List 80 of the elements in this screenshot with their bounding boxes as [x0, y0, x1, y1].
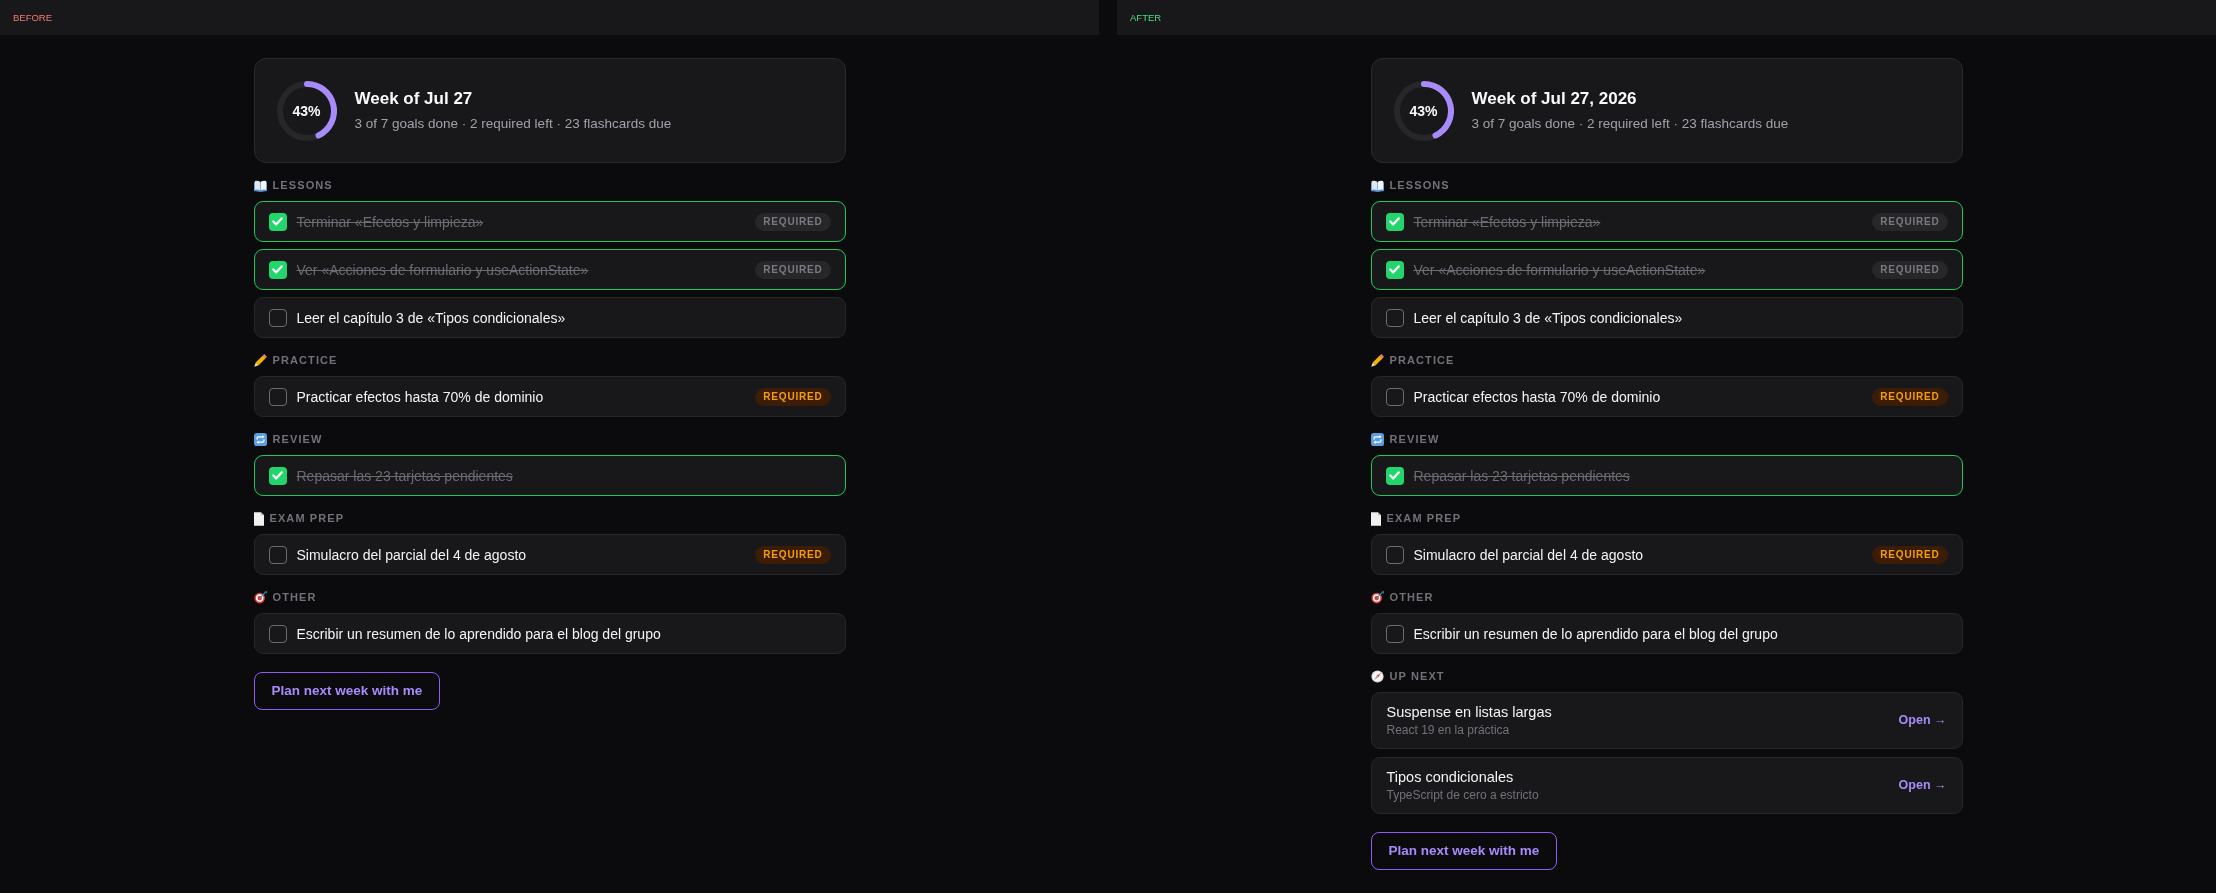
- section-heading: REVIEW: [1389, 433, 1440, 446]
- pencil-icon: [253, 354, 267, 367]
- required-tag: REQUIRED: [755, 545, 831, 564]
- course-name: React 19 en la práctica: [1386, 722, 1511, 738]
- checkbox[interactable]: [268, 545, 287, 564]
- section-heading: EXAM PREP: [269, 512, 345, 525]
- checkbox[interactable]: [1385, 387, 1404, 406]
- compass-icon: [1370, 670, 1384, 683]
- course-name: TypeScript de cero a estricto: [1386, 787, 1539, 803]
- goal-text: Practicar efectos hasta 70% de dominio: [296, 387, 544, 406]
- required-tag: REQUIRED: [1872, 212, 1948, 231]
- required-tag: REQUIRED: [1872, 260, 1948, 279]
- goal-text: Simulacro del parcial del 4 de agosto: [296, 545, 527, 564]
- checkbox[interactable]: [1385, 308, 1404, 327]
- repeat-icon: [253, 433, 267, 446]
- goal-text: Ver «Acciones de formulario y useActionState»: [296, 260, 589, 279]
- check-icon: [1389, 471, 1400, 480]
- week-title: Week of Jul 27, 2026: [1471, 88, 1638, 110]
- goal-text: Repasar las 23 tarjetas pendientes: [296, 466, 513, 485]
- goal-text: Leer el capítulo 3 de «Tipos condicionales»: [296, 308, 566, 327]
- pencil-icon: [1370, 354, 1384, 367]
- section-heading: OTHER: [272, 591, 317, 604]
- section-heading: OTHER: [1389, 591, 1434, 604]
- goal-text: Practicar efectos hasta 70% de dominio: [1413, 387, 1661, 406]
- week-title: Week of Jul 27: [354, 88, 474, 110]
- goal-text: Terminar «Efectos y limpieza»: [1413, 212, 1601, 231]
- checkbox[interactable]: [268, 466, 287, 485]
- check-icon: [272, 265, 283, 274]
- check-icon: [1389, 217, 1400, 226]
- required-tag: REQUIRED: [1872, 387, 1948, 406]
- goal-text: Ver «Acciones de formulario y useActionState»: [1413, 260, 1706, 279]
- section-heading: LESSONS: [272, 179, 333, 192]
- section-heading: REVIEW: [272, 433, 323, 446]
- goal-text: Simulacro del parcial del 4 de agosto: [1413, 545, 1644, 564]
- required-tag: REQUIRED: [755, 260, 831, 279]
- page-icon: [1370, 511, 1381, 526]
- week-stats: 3 of 7 goals done · 2 required left · 23 flashcards due: [1471, 115, 1789, 133]
- progress-percent: 43%: [1409, 102, 1438, 119]
- goal-text: Leer el capítulo 3 de «Tipos condicionales»: [1413, 308, 1683, 327]
- section-heading: PRACTICE: [272, 354, 338, 367]
- section-heading: LESSONS: [1389, 179, 1450, 192]
- checkbox[interactable]: [1385, 624, 1404, 643]
- progress-percent: 43%: [292, 102, 321, 119]
- checkbox[interactable]: [268, 387, 287, 406]
- repeat-icon: [1370, 433, 1384, 446]
- check-icon: [1389, 265, 1400, 274]
- open-book-icon: [1370, 179, 1384, 192]
- goal-text: Repasar las 23 tarjetas pendientes: [1413, 466, 1630, 485]
- pane-label: BEFORE: [13, 11, 53, 24]
- checkbox[interactable]: [268, 212, 287, 231]
- check-icon: [272, 217, 283, 226]
- open-link[interactable]: Open →: [1898, 776, 1947, 795]
- checkbox[interactable]: [268, 624, 287, 643]
- plan-next-week-button[interactable]: Plan next week with me: [253, 672, 441, 710]
- section-heading: EXAM PREP: [1386, 512, 1462, 525]
- checkbox[interactable]: [1385, 466, 1404, 485]
- open-link[interactable]: Open →: [1898, 711, 1947, 730]
- required-tag: REQUIRED: [755, 212, 831, 231]
- target-icon: [1370, 591, 1384, 604]
- open-book-icon: [253, 179, 267, 192]
- checkbox[interactable]: [268, 260, 287, 279]
- check-icon: [272, 471, 283, 480]
- plan-next-week-button[interactable]: Plan next week with me: [1370, 832, 1558, 870]
- required-tag: REQUIRED: [755, 387, 831, 406]
- required-tag: REQUIRED: [1872, 545, 1948, 564]
- lesson-title: Suspense en listas largas: [1386, 703, 1552, 721]
- goal-text: Escribir un resumen de lo aprendido para el blog del grupo: [296, 624, 661, 643]
- section-heading: PRACTICE: [1389, 354, 1455, 367]
- goal-text: Terminar «Efectos y limpieza»: [296, 212, 484, 231]
- page-icon: [253, 511, 264, 526]
- lesson-title: Tipos condicionales: [1386, 768, 1515, 786]
- checkbox[interactable]: [1385, 260, 1404, 279]
- pane-label: AFTER: [1130, 11, 1162, 24]
- checkbox[interactable]: [1385, 545, 1404, 564]
- goal-text: Escribir un resumen de lo aprendido para el blog del grupo: [1413, 624, 1778, 643]
- target-icon: [253, 591, 267, 604]
- section-heading: UP NEXT: [1389, 670, 1445, 683]
- checkbox[interactable]: [268, 308, 287, 327]
- week-stats: 3 of 7 goals done · 2 required left · 23 flashcards due: [354, 115, 672, 133]
- checkbox[interactable]: [1385, 212, 1404, 231]
